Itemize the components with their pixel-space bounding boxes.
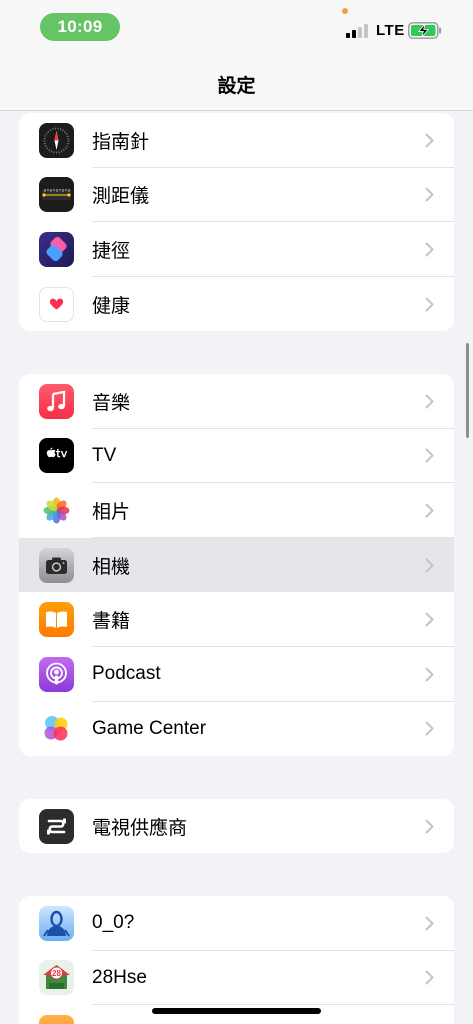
network-type: LTE: [376, 22, 405, 39]
chevron-right-icon: [425, 297, 434, 312]
settings-row-label: 測距儀: [92, 186, 150, 208]
tv-provider-icon: [39, 808, 74, 844]
settings-row-camera[interactable]: 相機: [19, 537, 454, 593]
settings-row-tv-provider[interactable]: 電視供應商: [19, 799, 454, 853]
battery-charging-icon: [408, 22, 442, 39]
compass-icon: [39, 122, 74, 158]
chevron-right-icon: [425, 187, 434, 202]
settings-row-label: 指南針: [92, 131, 150, 153]
tv-icon: [39, 438, 74, 474]
settings-row-28hse[interactable]: 28 28Hse: [19, 951, 454, 1006]
photos-icon: [39, 492, 74, 528]
settings-row-label: TV: [92, 444, 117, 466]
settings-row-label: 音樂: [92, 392, 131, 414]
settings-row-label: 0_0?: [92, 912, 135, 934]
settings-row-music[interactable]: 音樂: [19, 374, 454, 429]
settings-row-books[interactable]: 書籍: [19, 592, 454, 647]
app-partial-icon: [39, 1014, 74, 1024]
settings-row-game-center[interactable]: Game Center: [19, 702, 454, 756]
scroll-indicator[interactable]: [466, 343, 469, 438]
measure-icon: [39, 177, 74, 213]
settings-row-shortcuts[interactable]: 捷徑: [19, 222, 454, 277]
settings-group-3: 電視供應商: [19, 799, 454, 853]
settings-row-app-0-0[interactable]: 0_0?: [19, 896, 454, 951]
chevron-right-icon: [425, 558, 434, 573]
settings-row-label: 28Hse: [92, 966, 147, 988]
app-0-0-icon: [39, 905, 74, 941]
chevron-right-icon: [425, 612, 434, 627]
settings-row-tv[interactable]: TV: [19, 429, 454, 484]
status-time[interactable]: 10:09: [40, 13, 120, 41]
status-bar: 10:09 LTE: [0, 0, 473, 56]
chevron-right-icon: [425, 503, 434, 518]
music-icon: [39, 383, 74, 419]
settings-row-label: 相機: [92, 556, 131, 578]
settings-row-photos[interactable]: 相片: [19, 483, 454, 538]
settings-row-label: 相片: [92, 501, 131, 523]
chevron-right-icon: [425, 133, 434, 148]
chevron-right-icon: [425, 916, 434, 931]
navigation-bar: 設定: [0, 56, 473, 111]
settings-row-label: 健康: [92, 295, 131, 317]
books-icon: [39, 602, 74, 638]
chevron-right-icon: [425, 394, 434, 409]
game-center-icon: [39, 711, 74, 747]
shortcuts-icon: [39, 231, 74, 267]
settings-row-compass[interactable]: 指南針: [19, 113, 454, 168]
chevron-right-icon: [425, 242, 434, 257]
settings-row-label: Game Center: [92, 717, 207, 739]
settings-row-measure[interactable]: 測距儀: [19, 168, 454, 223]
health-icon: [39, 286, 74, 322]
settings-group-1: 指南針 測距儀 捷徑 健康: [19, 113, 454, 331]
settings-group-4: 0_0? 28 28Hse: [19, 896, 454, 1024]
chevron-right-icon: [425, 448, 434, 463]
podcast-icon: [39, 656, 74, 692]
settings-row-label: 捷徑: [92, 240, 131, 262]
chevron-right-icon: [425, 819, 434, 834]
chevron-right-icon: [425, 721, 434, 736]
cellular-signal-icon: [346, 24, 370, 38]
chevron-right-icon: [425, 970, 434, 985]
page-title: 設定: [217, 76, 256, 97]
chevron-right-icon: [425, 667, 434, 682]
settings-group-2: 音樂 TV 相片 相機 書籍 Podcast Game Center: [19, 374, 454, 756]
app-28hse-icon-text: 28: [52, 969, 61, 978]
home-indicator[interactable]: [152, 1008, 321, 1014]
settings-row-health[interactable]: 健康: [19, 277, 454, 331]
app-28hse-icon: 28: [39, 960, 74, 996]
camera-icon: [39, 547, 74, 583]
settings-row-label: Podcast: [92, 663, 161, 685]
settings-row-podcast[interactable]: Podcast: [19, 647, 454, 702]
settings-row-label: 書籍: [92, 611, 131, 633]
privacy-indicator-dot: [342, 8, 348, 14]
settings-row-label: 電視供應商: [92, 817, 188, 839]
